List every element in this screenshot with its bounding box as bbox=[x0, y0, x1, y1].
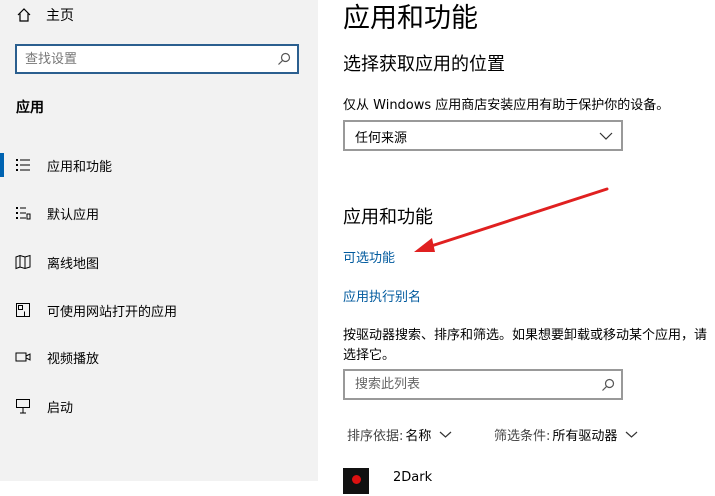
settings-search-box[interactable] bbox=[15, 44, 299, 74]
sidebar-item-apps-for-websites[interactable]: 可使用网站打开的应用 bbox=[0, 292, 318, 328]
home-label: 主页 bbox=[46, 8, 74, 24]
offline-maps-icon bbox=[15, 254, 31, 270]
home-link[interactable]: 主页 bbox=[16, 4, 74, 26]
sidebar: 主页 应用 应用和功能 默认应用 离线地图 bbox=[0, 0, 318, 481]
startup-icon bbox=[16, 399, 30, 414]
sidebar-item-default-apps[interactable]: 默认应用 bbox=[0, 195, 318, 231]
main-content: 应用和功能 选择获取应用的位置 仅从 Windows 应用商店安装应用有助于保护… bbox=[318, 0, 715, 494]
sidebar-item-label: 视频播放 bbox=[47, 352, 100, 367]
section-title: 应用 bbox=[16, 100, 44, 116]
sidebar-item-label: 应用和功能 bbox=[47, 160, 113, 175]
sidebar-item-label: 启动 bbox=[47, 401, 74, 416]
annotation-arrow bbox=[414, 187, 609, 252]
sidebar-item-video-playback[interactable]: 视频播放 bbox=[0, 339, 318, 375]
sidebar-item-label: 默认应用 bbox=[47, 208, 100, 223]
sidebar-item-label: 可使用网站打开的应用 bbox=[47, 305, 178, 320]
home-icon bbox=[17, 8, 31, 22]
search-icon[interactable] bbox=[277, 52, 291, 66]
sidebar-item-label: 离线地图 bbox=[47, 257, 100, 272]
apps-for-websites-icon bbox=[16, 303, 30, 317]
sidebar-item-apps-features[interactable]: 应用和功能 bbox=[0, 147, 318, 183]
sidebar-item-offline-maps[interactable]: 离线地图 bbox=[0, 244, 318, 280]
apps-features-icon bbox=[16, 159, 30, 171]
sidebar-item-startup[interactable]: 启动 bbox=[0, 388, 318, 424]
video-playback-icon bbox=[15, 352, 31, 362]
default-apps-icon bbox=[16, 207, 31, 220]
settings-search-input[interactable] bbox=[25, 46, 275, 72]
